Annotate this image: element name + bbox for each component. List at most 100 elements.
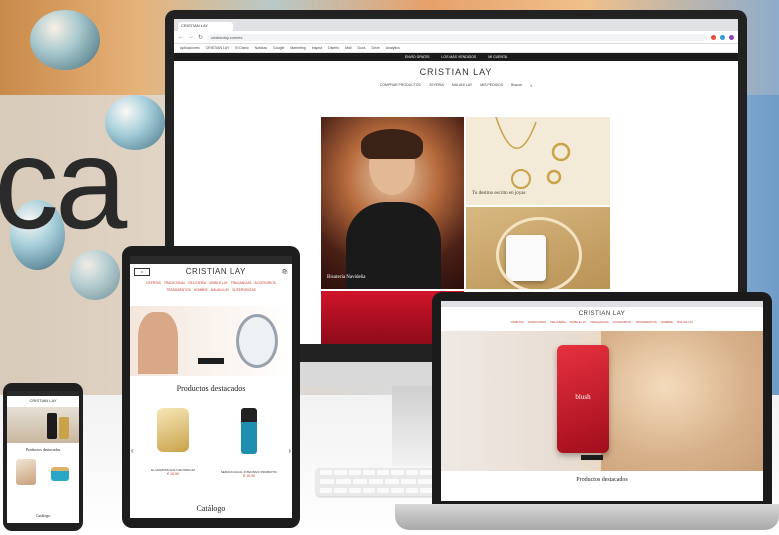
laptop-logo[interactable]: CRISTIAN LAY	[441, 311, 763, 317]
product-card[interactable]	[11, 457, 41, 503]
site-nav: COMPRAR PRODUCTOS JOYERÍA MALANI LAY MIS…	[174, 83, 738, 88]
nav-item[interactable]: ACCESORIOS	[613, 320, 632, 324]
tablet-status-bar	[130, 256, 292, 264]
phone-status-bar	[7, 391, 79, 396]
featured-title: Productos destacados	[576, 477, 628, 483]
bookmark-item[interactable]: El Diario	[235, 46, 248, 50]
carousel-prev-icon[interactable]: ‹	[131, 446, 134, 455]
bookmark-item[interactable]: Noticias	[255, 46, 267, 50]
nav-item[interactable]: COMPRAR PRODUCTOS	[380, 83, 421, 88]
bookmark-item[interactable]: Diseño	[328, 46, 339, 50]
promo-link[interactable]: LOS MÁS VENDIDOS	[441, 55, 476, 59]
keyboard	[316, 468, 436, 496]
phone-device: CRISTIAN LAY Productos destacados Catálo…	[3, 383, 83, 531]
nav-item[interactable]: RELOJERÍA	[188, 281, 206, 285]
banner-perfume[interactable]	[466, 207, 610, 289]
address-bar[interactable]: cristianlay.com/es	[207, 33, 707, 41]
nav-item[interactable]: OFERTAS	[511, 320, 524, 324]
nav-item[interactable]: MALANI LAY	[452, 83, 472, 88]
watch-icon	[236, 314, 278, 368]
browser-tab-strip	[441, 301, 763, 307]
nav-item[interactable]: HOMBRE	[194, 288, 208, 292]
shop-button[interactable]	[198, 358, 224, 364]
nav-item[interactable]: TRATAMIENTOS	[635, 320, 656, 324]
perfume-bottle-icon: blush	[557, 345, 609, 453]
tablet-nav: OFERTAS TRADICIONAL RELOJERÍA MOBILE LAY…	[130, 279, 292, 294]
extension-icon[interactable]	[720, 34, 725, 40]
tablet-header: ≡ CRISTIAN LAY 🛍	[130, 264, 292, 279]
nav-item[interactable]: RELOJERÍA	[550, 320, 566, 324]
browser-tab-strip: CRISTIAN LAY	[174, 19, 738, 31]
nav-item[interactable]: MALANI LAY	[677, 320, 693, 324]
bookmark-item[interactable]: Google	[273, 46, 284, 50]
product-card[interactable]: EL DIAMOND EAU DE PARFUM € 19,90	[138, 404, 208, 492]
bookmark-item[interactable]: Inspira	[312, 46, 323, 50]
nav-item[interactable]: TRATAMIENTOS	[166, 288, 190, 292]
search-link[interactable]: Buscar	[511, 83, 522, 88]
nav-item[interactable]: JOYERÍA	[429, 83, 444, 88]
nav-item[interactable]: FRAGANCIAS	[590, 320, 608, 324]
product-card[interactable]	[45, 457, 75, 503]
bookmark-item[interactable]: Marketing	[290, 46, 305, 50]
shop-button[interactable]	[581, 455, 603, 460]
product-price: € 19,90	[243, 474, 255, 478]
nav-item[interactable]: MALANI LAY	[211, 288, 230, 292]
tablet-logo[interactable]: CRISTIAN LAY	[186, 267, 246, 276]
phone-hero-banner[interactable]	[7, 407, 79, 443]
tablet-hero-banner[interactable]	[130, 306, 292, 376]
model-image	[601, 331, 763, 471]
nav-item[interactable]: HOMBRE	[661, 320, 673, 324]
nav-item[interactable]: MOBILE LAY	[570, 320, 586, 324]
profile-icon[interactable]	[729, 34, 734, 40]
tablet-screen: ≡ CRISTIAN LAY 🛍 OFERTAS TRADICIONAL REL…	[130, 256, 292, 518]
banner-christmas-jewelry[interactable]: Bisutería Navideña	[321, 117, 464, 289]
bookmarks-bar: Aplicaciones CRISTIAN LAY El Diario Noti…	[174, 44, 738, 53]
bookmark-item[interactable]: Aplicaciones	[180, 46, 200, 50]
bookmark-item[interactable]: Docs	[358, 46, 366, 50]
cart-icon[interactable]: 🛍	[282, 269, 288, 275]
nav-item[interactable]: ACCESORIOS	[255, 281, 276, 285]
browser-tab[interactable]: CRISTIAN LAY	[178, 22, 233, 31]
carousel-next-icon[interactable]: ›	[288, 446, 291, 455]
laptop-hero-banner[interactable]: blush	[441, 331, 763, 471]
nav-item[interactable]: OFERTAS	[146, 281, 161, 285]
nav-item[interactable]: SUPERVENTAS	[232, 288, 255, 292]
extension-icon[interactable]	[711, 34, 716, 40]
banner-gold-jewelry[interactable]: Tu destino escrito en joyas	[466, 117, 610, 205]
nav-item[interactable]: TRADICIONAL	[528, 320, 547, 324]
product-image	[47, 413, 57, 439]
bookmark-item[interactable]: CRISTIAN LAY	[206, 46, 230, 50]
site-promo-bar: ENVÍO GRATIS LOS MÁS VENDIDOS MI CUENTA	[174, 53, 738, 61]
nav-item[interactable]: FRAGANCIAS	[231, 281, 252, 285]
laptop-device: CRISTIAN LAY OFERTAS TRADICIONAL RELOJER…	[432, 292, 772, 504]
tablet-device: ≡ CRISTIAN LAY 🛍 OFERTAS TRADICIONAL REL…	[122, 246, 300, 528]
hero-text: ca	[0, 110, 127, 256]
forward-icon[interactable]: →	[188, 34, 194, 40]
banner-label: Bisutería Navideña	[327, 275, 366, 280]
phone-logo[interactable]: CRISTIAN LAY	[7, 398, 79, 403]
menu-icon[interactable]: ≡	[134, 267, 150, 276]
product-image	[16, 459, 36, 485]
banner-label: Tu destino escrito en joyas	[472, 191, 526, 196]
laptop-base	[395, 504, 779, 530]
site-logo[interactable]: CRISTIAN LAY	[174, 67, 738, 77]
promo-link[interactable]: ENVÍO GRATIS	[405, 55, 430, 59]
product-image	[59, 417, 69, 439]
perfume-bottle-icon	[157, 408, 189, 452]
account-link[interactable]: MI CUENTA	[488, 55, 507, 59]
product-card[interactable]: SERUM FACIAL INTENSIVO PROBIOTIC € 19,90	[214, 404, 284, 492]
bookmark-item[interactable]: Drive	[372, 46, 380, 50]
crystal-decoration	[70, 250, 120, 300]
search-icon[interactable]: ⌕	[530, 83, 532, 88]
nav-item[interactable]: MIS PEDIDOS	[480, 83, 503, 88]
catalog-title: Catálogo	[196, 504, 226, 513]
featured-title: Productos destacados	[176, 384, 246, 393]
phone-screen: CRISTIAN LAY Productos destacados Catálo…	[7, 391, 79, 523]
bookmark-item[interactable]: Analytics	[386, 46, 400, 50]
nav-item[interactable]: TRADICIONAL	[164, 281, 185, 285]
bookmark-item[interactable]: Mail	[345, 46, 351, 50]
nav-item[interactable]: MOBILE LAY	[209, 281, 228, 285]
reload-icon[interactable]: ↻	[198, 34, 203, 41]
catalog-title: Catálogo	[35, 513, 51, 518]
back-icon[interactable]: ←	[178, 34, 184, 40]
